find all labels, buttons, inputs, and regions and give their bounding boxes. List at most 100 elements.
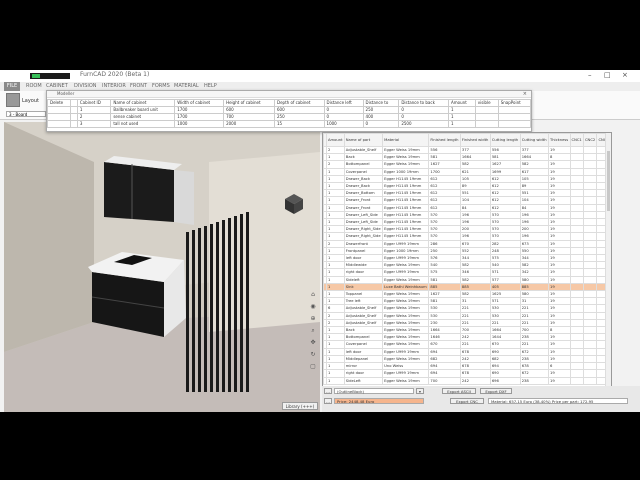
3d-viewport[interactable]: ⌂ ◉ ⊕ ⌕ ✥ ↻ ▢ bbox=[4, 122, 320, 412]
part-cell: Egger H1145 19mm bbox=[382, 218, 430, 227]
part-row[interactable]: 1 right door Egger U999 19mm 575 346 571 342 19 bbox=[323, 268, 611, 277]
pan-icon[interactable]: ✥ bbox=[310, 340, 316, 346]
part-row[interactable]: 1 Drawer_Back Egger H1145 19mm 612 89 612 89 19 bbox=[323, 182, 611, 191]
part-row[interactable]: 1 Drawer_Front Egger H1145 19mm 612 104 612 10… bbox=[323, 196, 611, 205]
export-cnc-button[interactable]: Export CNC bbox=[450, 398, 484, 404]
part-cell: 570 bbox=[489, 210, 521, 220]
cabinet-cell[interactable] bbox=[474, 113, 499, 121]
part-cell: 1 bbox=[326, 232, 345, 241]
menu-room[interactable]: ROOM bbox=[26, 83, 42, 89]
part-cell bbox=[582, 153, 598, 162]
cabinet-row[interactable]: 2 sense cabinet 1700 700 250 0 400 0 1 bbox=[46, 113, 532, 121]
part-cell: Egger H1145 19mm bbox=[382, 210, 430, 220]
menu-cabinet[interactable]: CABINET bbox=[46, 83, 68, 89]
part-row[interactable]: 1 Drawer_Bottom Egger H1145 19mm 612 551 612 5… bbox=[323, 189, 611, 198]
part-row[interactable]: 2 Drawerfront Egger U999 19mm 286 670 282 673 1… bbox=[323, 239, 611, 248]
menu-interior[interactable]: INTERIOR bbox=[102, 83, 126, 89]
minimize-icon[interactable]: – bbox=[588, 71, 592, 79]
cabinet-cell: 700 bbox=[223, 113, 275, 121]
maximize-icon[interactable]: □ bbox=[604, 71, 611, 79]
part-row[interactable]: 1 Tree left Egger Weiss 19mm 581 31 571 31 19 bbox=[323, 297, 611, 306]
cabinet-cell[interactable] bbox=[46, 120, 72, 128]
part-row[interactable]: 1 SideLeft Egger Weiss 19mm 700 242 696 238 19 bbox=[323, 376, 611, 385]
part-row[interactable]: 1 Back Egger Weiss 19mm 1664 700 1664 700 8 bbox=[323, 326, 611, 335]
part-row[interactable]: 1 Drawer_Back Egger H1145 19mm 612 105 612 105… bbox=[323, 174, 611, 184]
part-cell: Bottompanel bbox=[343, 333, 384, 342]
cabinet-row[interactable]: 3 tall not used 1000 2000 15 1000 0 2500 1 bbox=[46, 120, 532, 128]
part-cell: 221 bbox=[459, 304, 491, 313]
cabinet-cell: 1000 bbox=[323, 120, 364, 128]
expand-button[interactable]: … bbox=[324, 388, 332, 394]
cabinet-cell[interactable] bbox=[497, 113, 532, 121]
cabinet-cell[interactable] bbox=[497, 106, 532, 114]
part-row[interactable]: 1 left door Egger U999 19mm 694 678 690 672 19 bbox=[323, 347, 611, 356]
part-row[interactable]: 1 Drawer_Left_Side Egger H1145 19mm 570 196 5… bbox=[323, 218, 611, 227]
part-row[interactable]: 2 Adjustable_Shelf Egger Weiss 19mm 230 221 2… bbox=[323, 318, 611, 328]
part-row[interactable]: 1 Sink Luxe Bathi Weinhbaum 885 885 405 885 19 bbox=[323, 282, 611, 292]
home-icon[interactable]: ⌂ bbox=[310, 292, 316, 298]
part-row[interactable]: 1 Middlepanel Egger Weiss 19mm 682 242 682 238… bbox=[323, 354, 611, 364]
part-cell: 19 bbox=[547, 246, 571, 256]
part-cell: 1 bbox=[326, 290, 345, 299]
cabinet-cell[interactable] bbox=[474, 120, 499, 128]
part-cell: 221 bbox=[519, 311, 549, 320]
part-row[interactable]: 1 Back Egger Weiss 19mm 581 1664 581 1664 8 bbox=[323, 153, 611, 162]
part-row[interactable]: 1 Coverpanel Egger 1000 19mm 1700 621 1699 617… bbox=[323, 167, 611, 176]
zoom-in-icon[interactable]: ⊕ bbox=[310, 316, 316, 322]
part-row[interactable]: 1 Drawer_Right_Side Egger H1145 19mm 570 196… bbox=[323, 232, 611, 241]
menu-forms[interactable]: FORMS bbox=[152, 83, 170, 89]
export-dxf-button[interactable]: Export DXF bbox=[480, 388, 512, 394]
export-ascii-button[interactable]: Export ASCII bbox=[442, 388, 476, 394]
part-cell bbox=[569, 333, 585, 342]
part-row[interactable]: 1 left door Egger U999 19mm 576 344 575 344 19 bbox=[323, 254, 611, 263]
view-select[interactable]: 3 - Board bbox=[6, 111, 46, 117]
part-row[interactable]: 1 right door Egger U999 19mm 694 678 690 672 19 bbox=[323, 369, 611, 378]
part-row[interactable]: 1 Drawer_Front Egger H1145 19mm 612 84 612 84 1… bbox=[323, 203, 611, 212]
cabinet-cell[interactable] bbox=[497, 120, 532, 128]
fit-icon[interactable]: ▢ bbox=[310, 364, 316, 370]
part-cell: 1 bbox=[326, 369, 345, 378]
menu-material[interactable]: MATERIAL bbox=[174, 83, 199, 89]
zoom-icon[interactable]: ⌕ bbox=[310, 328, 316, 334]
part-cell: 1 bbox=[326, 246, 345, 256]
library-button[interactable]: Library (+++) bbox=[282, 402, 318, 410]
part-cell: 196 bbox=[459, 218, 491, 227]
cabinet-cell[interactable] bbox=[474, 106, 499, 114]
part-cell bbox=[582, 239, 598, 248]
part-row[interactable]: 2 Adjustable_Shelf Egger Weiss 19mm 530 221 5… bbox=[323, 311, 611, 320]
part-row[interactable]: 1 Drawer_Left_Side Egger H1145 19mm 570 196 5… bbox=[323, 210, 611, 220]
dialog-close-icon[interactable]: × bbox=[523, 91, 527, 97]
part-row[interactable]: 6 Adjustable_Shelf Egger Weiss 19mm 530 221 5… bbox=[323, 304, 611, 313]
part-row[interactable]: 1 Toppanel Egger Weiss 19mm 1627 582 1625 580 1… bbox=[323, 290, 611, 299]
dropdown-button[interactable]: ▾ bbox=[416, 388, 424, 394]
part-row[interactable]: 2 Bottompanel Egger Weiss 19mm 1627 582 1627 5… bbox=[323, 160, 611, 169]
part-row[interactable]: 1 Coverpanel Egger Weiss 19mm 670 221 670 221 1… bbox=[323, 340, 611, 349]
rotate-icon[interactable]: ↻ bbox=[310, 352, 316, 358]
cabinet-cell: Ballbreaker board unit bbox=[110, 106, 176, 114]
part-cell: Drawerfront bbox=[343, 239, 384, 248]
part-row[interactable]: 1 Frontpanel Egger 1000 19mm 250 552 248 550 19 bbox=[323, 246, 611, 256]
cabinet-cell[interactable] bbox=[46, 106, 72, 114]
part-cell: Coverpanel bbox=[343, 340, 384, 349]
part-row[interactable]: 1 Sideleft Egger Weiss 19mm 581 582 577 580 19 bbox=[323, 275, 611, 284]
part-row[interactable]: 1 Bottompanel Egger Weiss 19mm 1646 242 1644 2… bbox=[323, 333, 611, 342]
cabinet-cell[interactable] bbox=[46, 113, 72, 121]
cabinet-row[interactable]: 1 Ballbreaker board unit 1700 600 600 0 250 0 1 bbox=[46, 106, 532, 114]
part-row[interactable]: 1 Middlewide Egger Weiss 19mm 540 582 540 582 1… bbox=[323, 261, 611, 270]
col-header: Name of cabinet bbox=[110, 99, 176, 107]
menu-front[interactable]: FRONT bbox=[130, 83, 147, 89]
part-cell: 1 bbox=[326, 282, 345, 292]
part-cell: Egger Weiss 19mm bbox=[382, 340, 430, 349]
menu-division[interactable]: DIVISION bbox=[74, 83, 97, 89]
part-row[interactable]: 1 mirror Uno Weiss 694 678 694 678 6 bbox=[323, 362, 611, 371]
menu-help[interactable]: HELP bbox=[204, 83, 217, 89]
part-row[interactable]: 2 Adjustable_Shelf Egger Weiss 19mm 556 377 5… bbox=[323, 145, 611, 155]
outline-select[interactable]: (OutlineBlock) bbox=[334, 388, 414, 394]
expand-button-2[interactable]: … bbox=[324, 398, 332, 404]
layout-icon[interactable] bbox=[6, 93, 20, 107]
parts-scrollbar[interactable] bbox=[605, 133, 611, 409]
close-icon[interactable]: × bbox=[622, 71, 628, 79]
orbit-icon[interactable]: ◉ bbox=[310, 304, 316, 310]
menu-file[interactable]: FILE bbox=[4, 82, 20, 91]
part-row[interactable]: 1 Drawer_Right_Side Egger H1145 19mm 570 200… bbox=[323, 225, 611, 234]
